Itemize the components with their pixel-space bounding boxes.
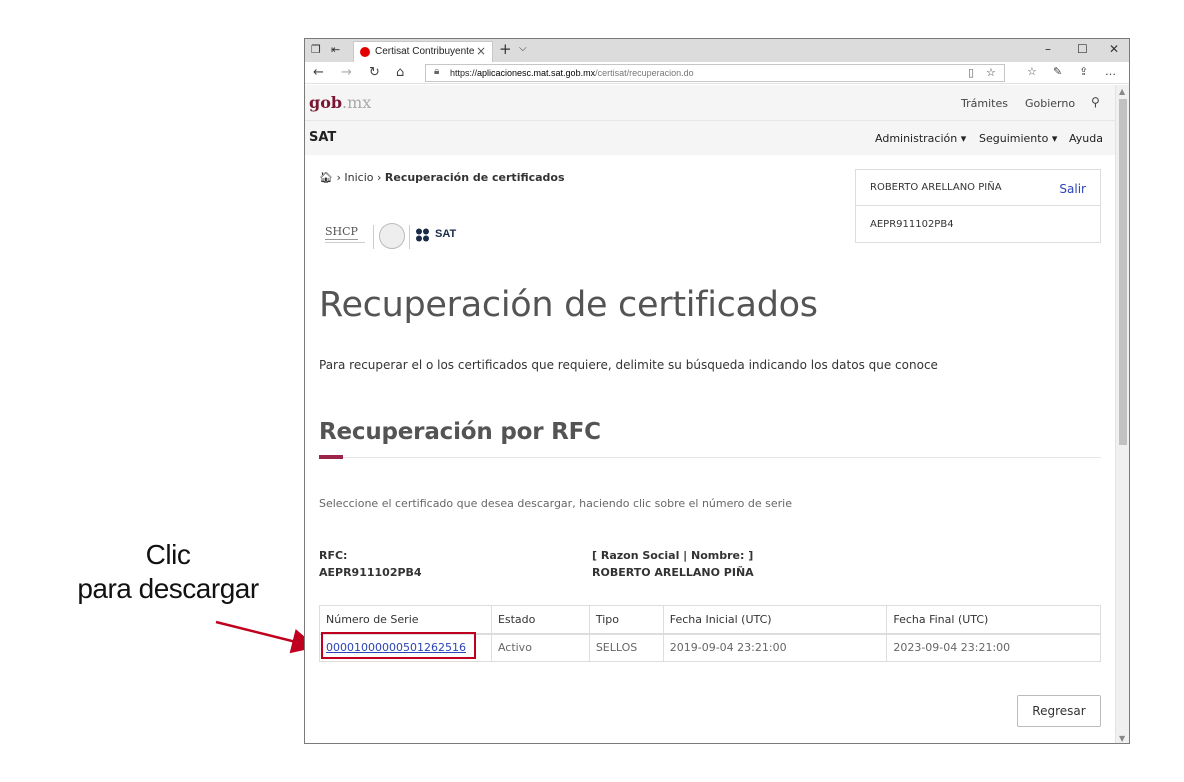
- cell-fecha-final: 2023-09-04 23:21:00: [886, 633, 1101, 662]
- url-host: aplicacionesc.mat.sat.gob.mx: [477, 68, 596, 78]
- agency-logos: SHCP SAT: [325, 223, 505, 255]
- sat-nav: SAT Administración ▾ Seguimiento ▾ Ayuda: [305, 120, 1117, 155]
- serial-highlight-box: [321, 632, 476, 659]
- refresh-icon[interactable]: ↻: [369, 65, 380, 80]
- lock-icon: 🔒︎: [434, 66, 440, 77]
- col-tipo: Tipo: [588, 605, 664, 635]
- favorites-hub-icon[interactable]: ☆: [1027, 65, 1037, 78]
- address-bar: ← → ↻ ⌂ 🔒︎ https://aplicacionesc.mat.sat…: [305, 62, 1129, 84]
- breadcrumb: 🏠︎ › Inicio › Recuperación de certificad…: [319, 171, 565, 184]
- maximize-icon[interactable]: ☐: [1077, 42, 1088, 56]
- home-icon[interactable]: 🏠︎: [319, 171, 333, 184]
- breadcrumb-separator: ›: [376, 171, 385, 184]
- scroll-up-icon[interactable]: ▲: [1119, 87, 1125, 96]
- url-text: https://aplicacionesc.mat.sat.gob.mx/cer…: [450, 68, 694, 78]
- annotation-line1: Clic: [145, 539, 191, 570]
- tab-certisat[interactable]: Certisat Contribuyente ×: [353, 41, 493, 62]
- logout-link[interactable]: Salir: [1059, 182, 1086, 196]
- shcp-subtitle-line: [325, 242, 365, 248]
- close-tab-icon[interactable]: ×: [476, 44, 486, 58]
- browser-window: ❐ ⇤ Certisat Contribuyente × + ⌵ – ☐ ✕ ←…: [304, 38, 1130, 744]
- new-tab-icon[interactable]: +: [499, 40, 512, 58]
- annotation-line2: para descargar: [77, 573, 259, 604]
- cell-tipo: SELLOS: [588, 633, 664, 662]
- url-prefix: https://: [450, 68, 478, 78]
- gob-logo-main: gob: [309, 93, 343, 112]
- tab-title: Certisat Contribuyente: [375, 46, 475, 57]
- razon-value: ROBERTO ARELLANO PIÑA: [592, 566, 754, 579]
- logo-divider: [409, 225, 410, 249]
- more-icon[interactable]: …: [1105, 65, 1116, 78]
- reading-view-icon[interactable]: ▯: [968, 66, 974, 79]
- gobierno-link[interactable]: Gobierno: [1025, 97, 1075, 110]
- section-title: Recuperación por RFC: [319, 419, 601, 445]
- favicon-icon: [360, 47, 370, 57]
- user-row: ROBERTO ARELLANO PIÑA Salir: [856, 170, 1100, 206]
- gob-header: gob.mx Trámites Gobierno ⚲: [305, 85, 1117, 120]
- gob-logo-suffix: .mx: [342, 93, 372, 112]
- user-rfc: AEPR911102PB4: [870, 219, 954, 230]
- sat-logo-text: SAT: [435, 228, 457, 240]
- forward-arrow-icon[interactable]: →: [341, 65, 352, 80]
- menu-seguimiento[interactable]: Seguimiento ▾: [979, 132, 1057, 145]
- sat-brand[interactable]: SAT: [309, 130, 336, 145]
- national-seal-icon: [379, 223, 405, 249]
- scroll-down-icon[interactable]: ▼: [1119, 734, 1125, 743]
- col-fecha-final: Fecha Final (UTC): [886, 605, 1101, 635]
- breadcrumb-inicio[interactable]: Inicio: [344, 171, 373, 184]
- col-estado: Estado: [490, 605, 590, 635]
- tab-bar: ❐ ⇤ Certisat Contribuyente × + ⌵ – ☐ ✕: [305, 39, 1129, 62]
- share-icon[interactable]: ⇪: [1079, 65, 1088, 78]
- razon-label: [ Razon Social | Nombre: ]: [592, 549, 754, 562]
- shcp-logo: SHCP: [325, 225, 358, 240]
- scrollbar-thumb[interactable]: [1119, 99, 1127, 445]
- rfc-label: RFC:: [319, 549, 348, 562]
- intro-text: Para recuperar el o los certificados que…: [319, 358, 938, 372]
- user-name: ROBERTO ARELLANO PIÑA: [870, 182, 1002, 193]
- page-title: Recuperación de certificados: [319, 285, 818, 325]
- cell-estado: Activo: [490, 633, 590, 662]
- section-accent-bar: [319, 455, 343, 459]
- back-tabs-icon[interactable]: ⇤: [331, 43, 340, 56]
- close-window-icon[interactable]: ✕: [1109, 42, 1119, 56]
- minimize-icon[interactable]: –: [1045, 42, 1051, 56]
- url-path: /certisat/recuperacion.do: [595, 68, 694, 78]
- caret-down-icon: ▾: [1048, 132, 1058, 145]
- page-content: gob.mx Trámites Gobierno ⚲ SAT Administr…: [305, 85, 1117, 743]
- tramites-link[interactable]: Trámites: [961, 97, 1008, 110]
- menu-administracion-label: Administración: [875, 132, 958, 145]
- col-numero-serie: Número de Serie: [319, 605, 492, 635]
- annotation-text: Clic para descargar: [40, 538, 296, 606]
- url-field[interactable]: 🔒︎ https://aplicacionesc.mat.sat.gob.mx/…: [425, 64, 1005, 82]
- chevron-down-icon[interactable]: ⌵: [519, 43, 527, 54]
- gob-logo[interactable]: gob.mx: [309, 93, 371, 112]
- rfc-value: AEPR911102PB4: [319, 566, 422, 579]
- vertical-scrollbar[interactable]: ▲ ▼: [1115, 85, 1129, 743]
- logo-divider: [373, 225, 374, 249]
- menu-seguimiento-label: Seguimiento: [979, 132, 1049, 145]
- col-fecha-inicial: Fecha Inicial (UTC): [662, 605, 888, 635]
- tab-manager-icon[interactable]: ❐: [311, 43, 321, 56]
- table-header-row: Número de Serie Estado Tipo Fecha Inicia…: [319, 605, 1101, 635]
- caret-down-icon: ▾: [957, 132, 967, 145]
- pen-icon[interactable]: ✎: [1053, 65, 1062, 78]
- instruction-text: Seleccione el certificado que desea desc…: [319, 497, 792, 510]
- menu-administracion[interactable]: Administración ▾: [875, 132, 966, 145]
- regresar-button[interactable]: Regresar: [1017, 695, 1101, 727]
- home-icon[interactable]: ⌂: [396, 65, 404, 80]
- breadcrumb-current: Recuperación de certificados: [384, 171, 565, 184]
- sat-logo-icon: [416, 228, 429, 242]
- section-divider: [319, 457, 1101, 458]
- search-icon[interactable]: ⚲: [1091, 95, 1100, 109]
- back-arrow-icon[interactable]: ←: [313, 65, 324, 80]
- cell-fecha-inicial: 2019-09-04 23:21:00: [662, 633, 888, 662]
- favorite-star-icon[interactable]: ☆: [986, 66, 996, 79]
- user-panel: ROBERTO ARELLANO PIÑA Salir AEPR911102PB…: [855, 169, 1101, 243]
- menu-ayuda[interactable]: Ayuda: [1069, 132, 1103, 145]
